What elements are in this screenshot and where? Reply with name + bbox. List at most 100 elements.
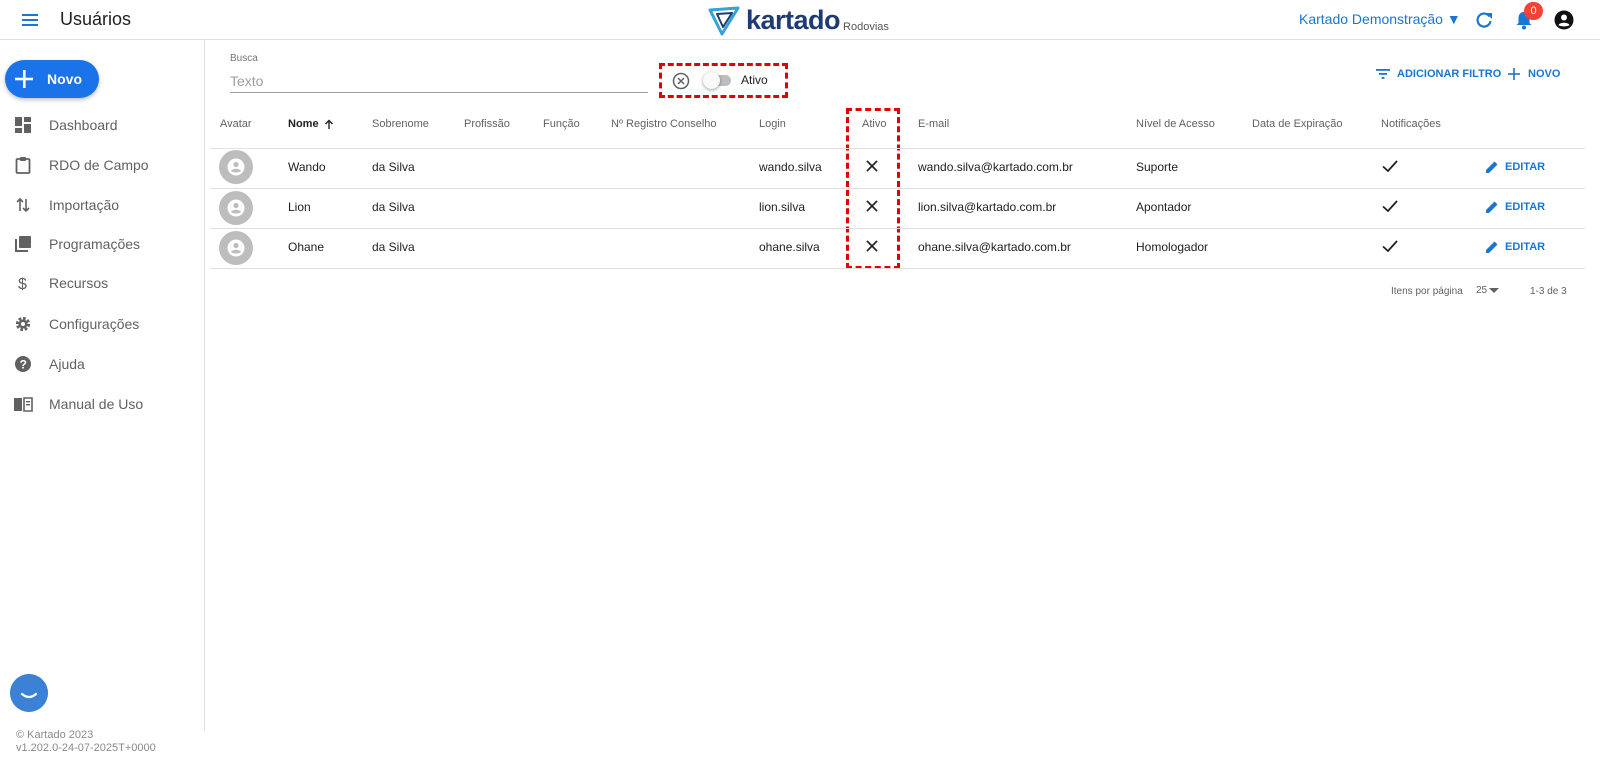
avatar — [219, 150, 253, 184]
kartado-logo: kartado Rodovias — [708, 4, 889, 36]
page-title: Usuários — [60, 9, 132, 29]
active-toggle[interactable] — [703, 72, 731, 89]
column-header-nivel-de-acesso[interactable]: Nível de Acesso — [1136, 118, 1215, 130]
check-icon — [1382, 200, 1398, 213]
edit-label: EDITAR — [1505, 241, 1546, 253]
cell-nome: Wando — [288, 160, 326, 174]
search-input[interactable] — [230, 69, 648, 93]
svg-text:$: $ — [18, 276, 27, 292]
check-icon — [1382, 240, 1398, 253]
help-icon: ? — [13, 354, 33, 374]
avatar — [219, 191, 253, 225]
column-header-notificacoes[interactable]: Notificações — [1381, 118, 1441, 130]
cell-login: wando.silva — [759, 160, 822, 174]
active-toggle-label: Ativo — [741, 73, 768, 87]
clipboard-icon — [13, 155, 33, 175]
cell-email: ohane.silva@kartado.com.br — [918, 240, 1071, 254]
sidebar-item-importacao[interactable]: Importação — [0, 187, 204, 223]
column-header-email[interactable]: E-mail — [918, 118, 949, 130]
cell-nome: Lion — [288, 200, 311, 214]
sidebar-item-dashboard[interactable]: Dashboard — [0, 107, 204, 143]
sidebar-item-label: Programações — [49, 236, 141, 252]
menu-icon[interactable] — [20, 11, 40, 29]
cell-login: lion.silva — [759, 200, 806, 214]
add-new-button[interactable]: NOVO — [1508, 66, 1560, 82]
column-header-data-de-expiracao[interactable]: Data de Expiração — [1252, 118, 1343, 130]
items-per-page-value: 25 — [1476, 285, 1488, 296]
add-filter-label: ADICIONAR FILTRO — [1397, 68, 1502, 80]
cell-sobrenome: da Silva — [372, 200, 415, 214]
sidebar-item-label: Recursos — [49, 275, 109, 291]
dropdown-arrow-icon — [1489, 287, 1500, 293]
sidebar-item-label: RDO de Campo — [49, 157, 149, 173]
column-header-nome[interactable]: Nome — [288, 118, 334, 130]
cell-nivel: Apontador — [1136, 200, 1192, 214]
book-icon — [13, 394, 33, 414]
edit-label: EDITAR — [1505, 161, 1546, 173]
items-per-page-label: Itens por página — [1391, 286, 1463, 297]
avatar — [219, 231, 253, 265]
pencil-icon — [1486, 201, 1498, 213]
sidebar-item-recursos[interactable]: $ Recursos — [0, 265, 204, 301]
plus-icon — [15, 70, 33, 88]
add-filter-button[interactable]: ADICIONAR FILTRO — [1376, 66, 1501, 82]
column-header-funcao[interactable]: Função — [543, 118, 580, 130]
footer-version: v1.202.0-24-07-2025T+0000 — [16, 742, 156, 754]
refresh-icon[interactable] — [1474, 10, 1494, 30]
cell-nivel: Suporte — [1136, 160, 1179, 174]
cell-email: lion.silva@kartado.com.br — [918, 200, 1057, 214]
sidebar-item-label: Dashboard — [49, 117, 118, 133]
search-label: Busca — [230, 53, 258, 64]
chat-icon[interactable] — [10, 674, 48, 712]
import-arrows-icon — [13, 195, 33, 215]
sidebar-item-manual-de-uso[interactable]: Manual de Uso — [0, 386, 204, 422]
sidebar-item-label: Configurações — [49, 316, 140, 332]
sidebar-item-label: Manual de Uso — [49, 396, 144, 412]
pagination-range: 1-3 de 3 — [1530, 286, 1567, 297]
new-button[interactable]: Novo — [5, 60, 99, 98]
logo-text: kartado — [746, 5, 841, 35]
sidebar-item-configuracoes[interactable]: Configurações — [0, 306, 204, 342]
pencil-icon — [1486, 241, 1498, 253]
row-divider — [210, 228, 1585, 229]
plus-icon — [1508, 68, 1520, 80]
sidebar-item-label: Ajuda — [49, 356, 85, 372]
row-divider — [210, 148, 1585, 149]
logo-subtext: Rodovias — [843, 21, 889, 33]
edit-label: EDITAR — [1505, 201, 1546, 213]
dollar-icon: $ — [13, 273, 33, 293]
add-new-label: NOVO — [1528, 68, 1561, 80]
cell-email: wando.silva@kartado.com.br — [918, 160, 1073, 174]
clear-circle-icon[interactable] — [672, 72, 690, 90]
cell-sobrenome: da Silva — [372, 240, 415, 254]
inactive-x-icon — [866, 240, 878, 252]
filter-icon — [1376, 69, 1390, 79]
column-header-ativo[interactable]: Ativo — [862, 118, 886, 130]
edit-button[interactable]: EDITAR — [1485, 239, 1545, 255]
new-button-label: Novo — [47, 71, 82, 87]
sidebar-item-rdo-de-campo[interactable]: RDO de Campo — [0, 147, 204, 183]
sidebar-item-programacoes[interactable]: Programações — [0, 226, 204, 262]
items-per-page-select[interactable]: 25 — [1476, 285, 1500, 296]
row-divider — [210, 188, 1585, 189]
top-bar: Usuários kartado Rodovias Kartado Demons… — [0, 0, 1600, 40]
cell-nivel: Homologador — [1136, 240, 1209, 254]
inactive-x-icon — [866, 160, 878, 172]
column-header-profissao[interactable]: Profissão — [464, 118, 510, 130]
toggle-knob — [703, 72, 720, 89]
edit-button[interactable]: EDITAR — [1485, 199, 1545, 215]
notification-badge: 0 — [1524, 2, 1543, 20]
check-icon — [1382, 160, 1398, 173]
sort-arrow-up-icon — [324, 119, 333, 129]
dashboard-icon — [13, 115, 33, 135]
column-header-sobrenome[interactable]: Sobrenome — [372, 118, 429, 130]
column-header-login[interactable]: Login — [759, 118, 786, 130]
column-header-registro-conselho[interactable]: Nº Registro Conselho — [611, 118, 717, 130]
edit-button[interactable]: EDITAR — [1485, 159, 1545, 175]
sidebar: Novo Dashboard RDO de Campo Importação P… — [0, 40, 205, 731]
company-selector[interactable]: Kartado Demonstração ▼ — [1299, 11, 1461, 27]
sidebar-item-ajuda[interactable]: ? Ajuda — [0, 346, 204, 382]
cell-login: ohane.silva — [759, 240, 820, 254]
account-icon[interactable] — [1554, 10, 1574, 30]
sidebar-item-label: Importação — [49, 197, 120, 213]
